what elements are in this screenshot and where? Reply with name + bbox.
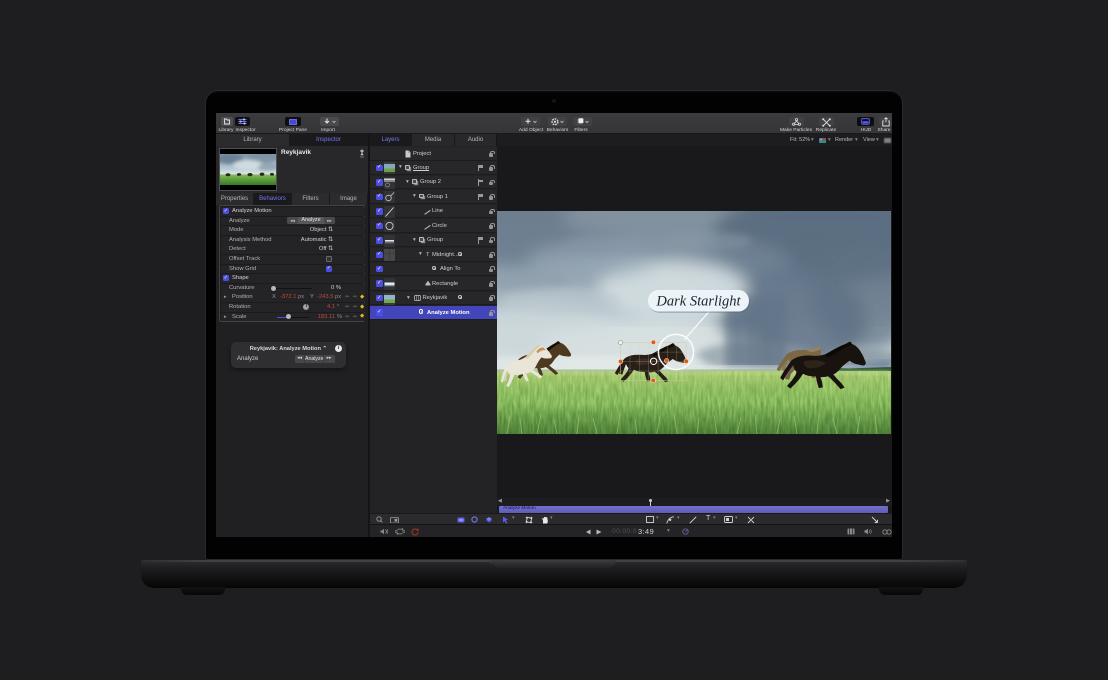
svg-text:Dark Starlight: Dark Starlight <box>655 294 741 310</box>
